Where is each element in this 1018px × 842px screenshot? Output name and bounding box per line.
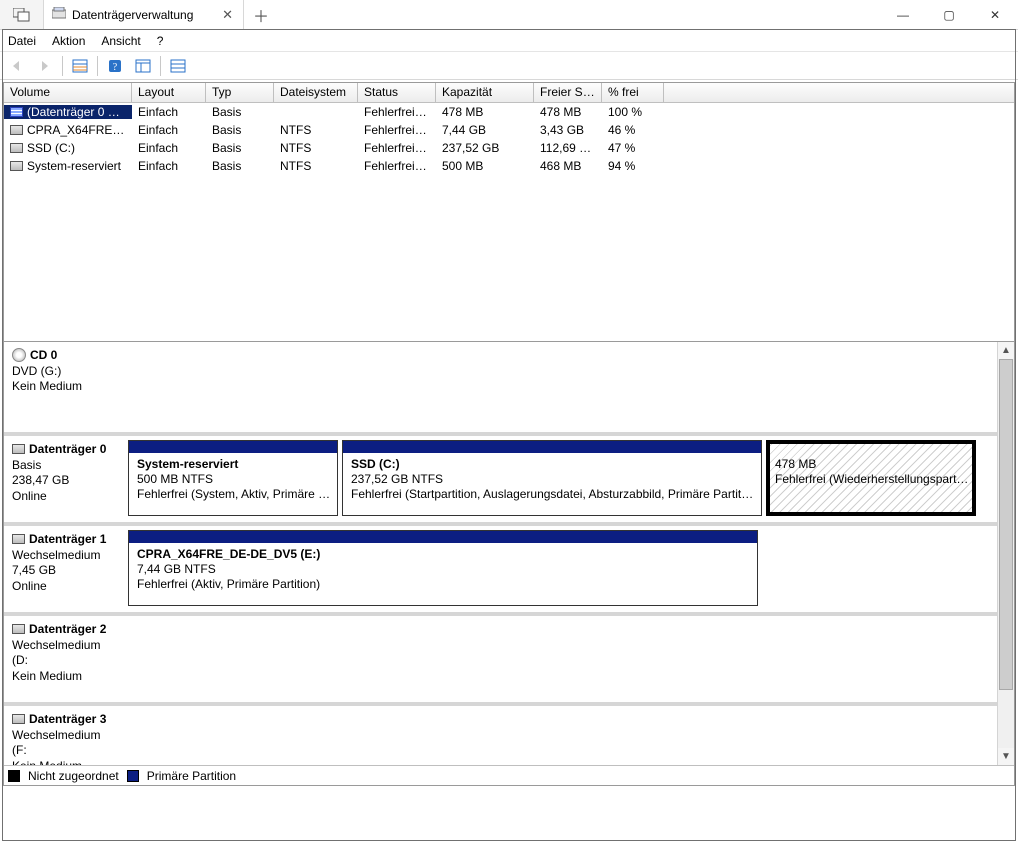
col-volume[interactable]: Volume — [4, 83, 132, 102]
legend: Nicht zugeordnet Primäre Partition — [4, 765, 1014, 785]
list-button[interactable] — [167, 55, 189, 77]
disk-icon — [12, 534, 25, 544]
scrollbar-thumb[interactable] — [999, 359, 1013, 690]
disk-map-pane: CD 0DVD (G:)Kein MediumDatenträger 0Basi… — [3, 342, 1015, 786]
partition[interactable]: 478 MBFehlerfrei (Wiederherstellungspart… — [766, 440, 976, 516]
back-button[interactable] — [6, 55, 28, 77]
disk-block-3: Datenträger 3Wechselmedium (F:Kein Mediu… — [4, 702, 997, 765]
view-button[interactable] — [132, 55, 154, 77]
disk-info[interactable]: Datenträger 2Wechselmedium (D:Kein Mediu… — [4, 616, 126, 702]
menu-view[interactable]: Ansicht — [101, 34, 140, 48]
legend-primary: Primäre Partition — [147, 769, 236, 783]
disk-icon — [12, 714, 25, 724]
col-typ[interactable]: Typ — [206, 83, 274, 102]
dvd-icon — [12, 348, 26, 362]
partition[interactable]: System-reserviert500 MB NTFSFehlerfrei (… — [128, 440, 338, 516]
col-free[interactable]: Freier Sp... — [534, 83, 602, 102]
disk-info[interactable]: CD 0DVD (G:)Kein Medium — [4, 342, 126, 432]
forward-button[interactable] — [34, 55, 56, 77]
swatch-unallocated — [8, 770, 20, 782]
disk-info[interactable]: Datenträger 3Wechselmedium (F:Kein Mediu… — [4, 706, 126, 765]
partition[interactable]: SSD (C:)237,52 GB NTFSFehlerfrei (Startp… — [342, 440, 762, 516]
volume-list[interactable]: Volume Layout Typ Dateisystem Status Kap… — [3, 82, 1015, 342]
tab-disk-management[interactable]: Datenträgerverwaltung ✕ — [44, 0, 244, 29]
new-tab-button[interactable]: ＋ — [244, 0, 278, 29]
col-status[interactable]: Status — [358, 83, 436, 102]
volume-row[interactable]: SSD (C:)EinfachBasisNTFSFehlerfrei (...2… — [4, 139, 1014, 157]
volume-row[interactable]: System-reserviertEinfachBasisNTFSFehlerf… — [4, 157, 1014, 175]
scroll-up-icon[interactable]: ▲ — [998, 342, 1014, 359]
disk-info[interactable]: Datenträger 0Basis238,47 GBOnline — [4, 436, 126, 522]
tab-title: Datenträgerverwaltung — [72, 8, 193, 22]
minimize-button[interactable]: — — [880, 0, 926, 29]
menu-help[interactable]: ? — [157, 34, 164, 48]
disk-block-1: Datenträger 1Wechselmedium7,45 GBOnlineC… — [4, 522, 997, 612]
disk-icon — [12, 444, 25, 454]
volume-row[interactable]: (Datenträger 0 Par...EinfachBasisFehlerf… — [4, 103, 1014, 121]
disk-block-cd0: CD 0DVD (G:)Kein Medium — [4, 342, 997, 432]
title-bar: Datenträgerverwaltung ✕ ＋ — ▢ ✕ — [0, 0, 1018, 30]
legend-unallocated: Nicht zugeordnet — [28, 769, 119, 783]
disk-block-2: Datenträger 2Wechselmedium (D:Kein Mediu… — [4, 612, 997, 702]
help-button[interactable]: ? — [104, 55, 126, 77]
menu-action[interactable]: Aktion — [52, 34, 85, 48]
col-layout[interactable]: Layout — [132, 83, 206, 102]
partition[interactable]: CPRA_X64FRE_DE-DE_DV5 (E:)7,44 GB NTFSFe… — [128, 530, 758, 606]
col-fs[interactable]: Dateisystem — [274, 83, 358, 102]
vertical-scrollbar[interactable]: ▲ ▼ — [997, 342, 1014, 765]
prop-button[interactable] — [69, 55, 91, 77]
close-button[interactable]: ✕ — [972, 0, 1018, 29]
maximize-button[interactable]: ▢ — [926, 0, 972, 29]
disk-info[interactable]: Datenträger 1Wechselmedium7,45 GBOnline — [4, 526, 126, 612]
menu-file[interactable]: Datei — [8, 34, 36, 48]
disk-icon — [12, 624, 25, 634]
multidesktop-icon[interactable] — [0, 0, 44, 29]
svg-text:?: ? — [113, 62, 118, 73]
toolbar: ? — [0, 52, 1018, 80]
close-tab-icon[interactable]: ✕ — [222, 7, 233, 23]
menu-bar: Datei Aktion Ansicht ? — [0, 30, 1018, 52]
disk-block-0: Datenträger 0Basis238,47 GBOnlineSystem-… — [4, 432, 997, 522]
volume-list-header: Volume Layout Typ Dateisystem Status Kap… — [4, 83, 1014, 103]
drive-icon — [52, 7, 66, 22]
scroll-down-icon[interactable]: ▼ — [998, 748, 1014, 765]
swatch-primary — [127, 770, 139, 782]
col-cap[interactable]: Kapazität — [436, 83, 534, 102]
volume-row[interactable]: CPRA_X64FRE_DE-...EinfachBasisNTFSFehler… — [4, 121, 1014, 139]
col-pct[interactable]: % frei — [602, 83, 664, 102]
